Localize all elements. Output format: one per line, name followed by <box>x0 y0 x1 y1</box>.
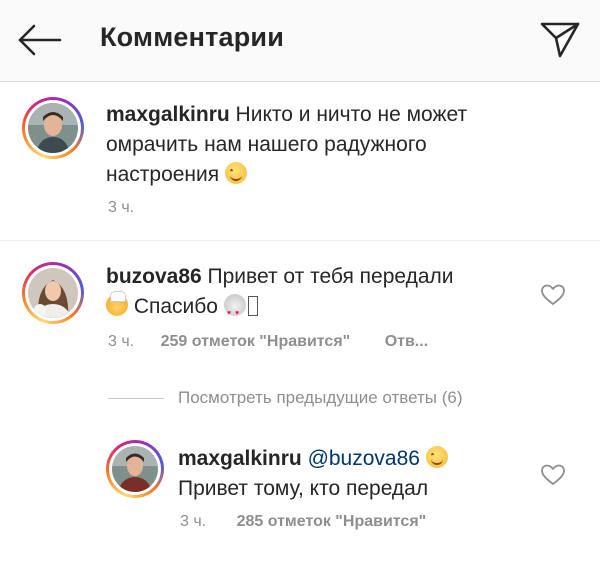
divider <box>108 398 164 399</box>
comment-text: Никто и ничто не может <box>229 103 468 126</box>
page-title: Комментарии <box>100 22 285 52</box>
view-previous-replies-button[interactable]: Посмотреть предыдущие ответы (6) <box>178 388 463 408</box>
mention-link[interactable]: @buzova86 <box>308 447 420 470</box>
likes-count-link[interactable]: 259 отметок "Нравится" <box>161 333 351 350</box>
comment-text: Привет тому, кто передал <box>178 477 429 500</box>
cook-emoji-icon <box>106 291 128 316</box>
comment-username[interactable]: maxgalkinru <box>178 447 302 470</box>
reply-button[interactable]: Отв... <box>385 333 428 350</box>
comment-time: 3 ч. <box>108 199 135 216</box>
heart-outline-icon[interactable] <box>540 283 566 307</box>
comment-text: Спасибо <box>128 295 218 318</box>
avatar[interactable] <box>106 440 164 498</box>
back-arrow-icon[interactable] <box>16 20 64 60</box>
comment-meta: 3 ч. 259 отметок "Нравится" Отв... <box>108 333 428 351</box>
comment-username[interactable]: buzova86 <box>106 265 202 288</box>
comment-text: Привет от тебя передали <box>201 265 454 288</box>
comment-reply: maxgalkinru @buzova86 Привет тому, кто п… <box>178 444 448 504</box>
smiling-face-icon <box>224 162 247 184</box>
comment-text: настроения <box>106 163 220 186</box>
heart-outline-icon[interactable] <box>540 463 566 487</box>
comment-caption: maxgalkinru Никто и ничто не может омрач… <box>106 100 467 190</box>
comment-time: 3 ч. <box>108 333 135 350</box>
paper-plane-icon[interactable] <box>538 18 582 60</box>
comment-meta: 3 ч. 285 отметок "Нравится" <box>180 513 426 531</box>
comment-meta: 3 ч. <box>108 199 134 217</box>
comment-username[interactable]: maxgalkinru <box>106 103 230 126</box>
divider <box>0 240 600 241</box>
likes-count-link[interactable]: 285 отметок "Нравится" <box>237 513 427 530</box>
comment-time: 3 ч. <box>180 513 207 530</box>
comment-text: омрачить нам нашего радужного <box>106 133 427 156</box>
smiling-face-icon <box>425 446 448 468</box>
top-bar: Комментарии <box>0 0 600 82</box>
avatar[interactable] <box>22 262 84 324</box>
heart-eyes-cat-icon <box>223 294 246 329</box>
avatar[interactable] <box>22 97 84 159</box>
missing-glyph-icon <box>247 296 258 316</box>
comment-buzova86: buzova86 Привет от тебя передали Спасибо <box>106 262 454 329</box>
